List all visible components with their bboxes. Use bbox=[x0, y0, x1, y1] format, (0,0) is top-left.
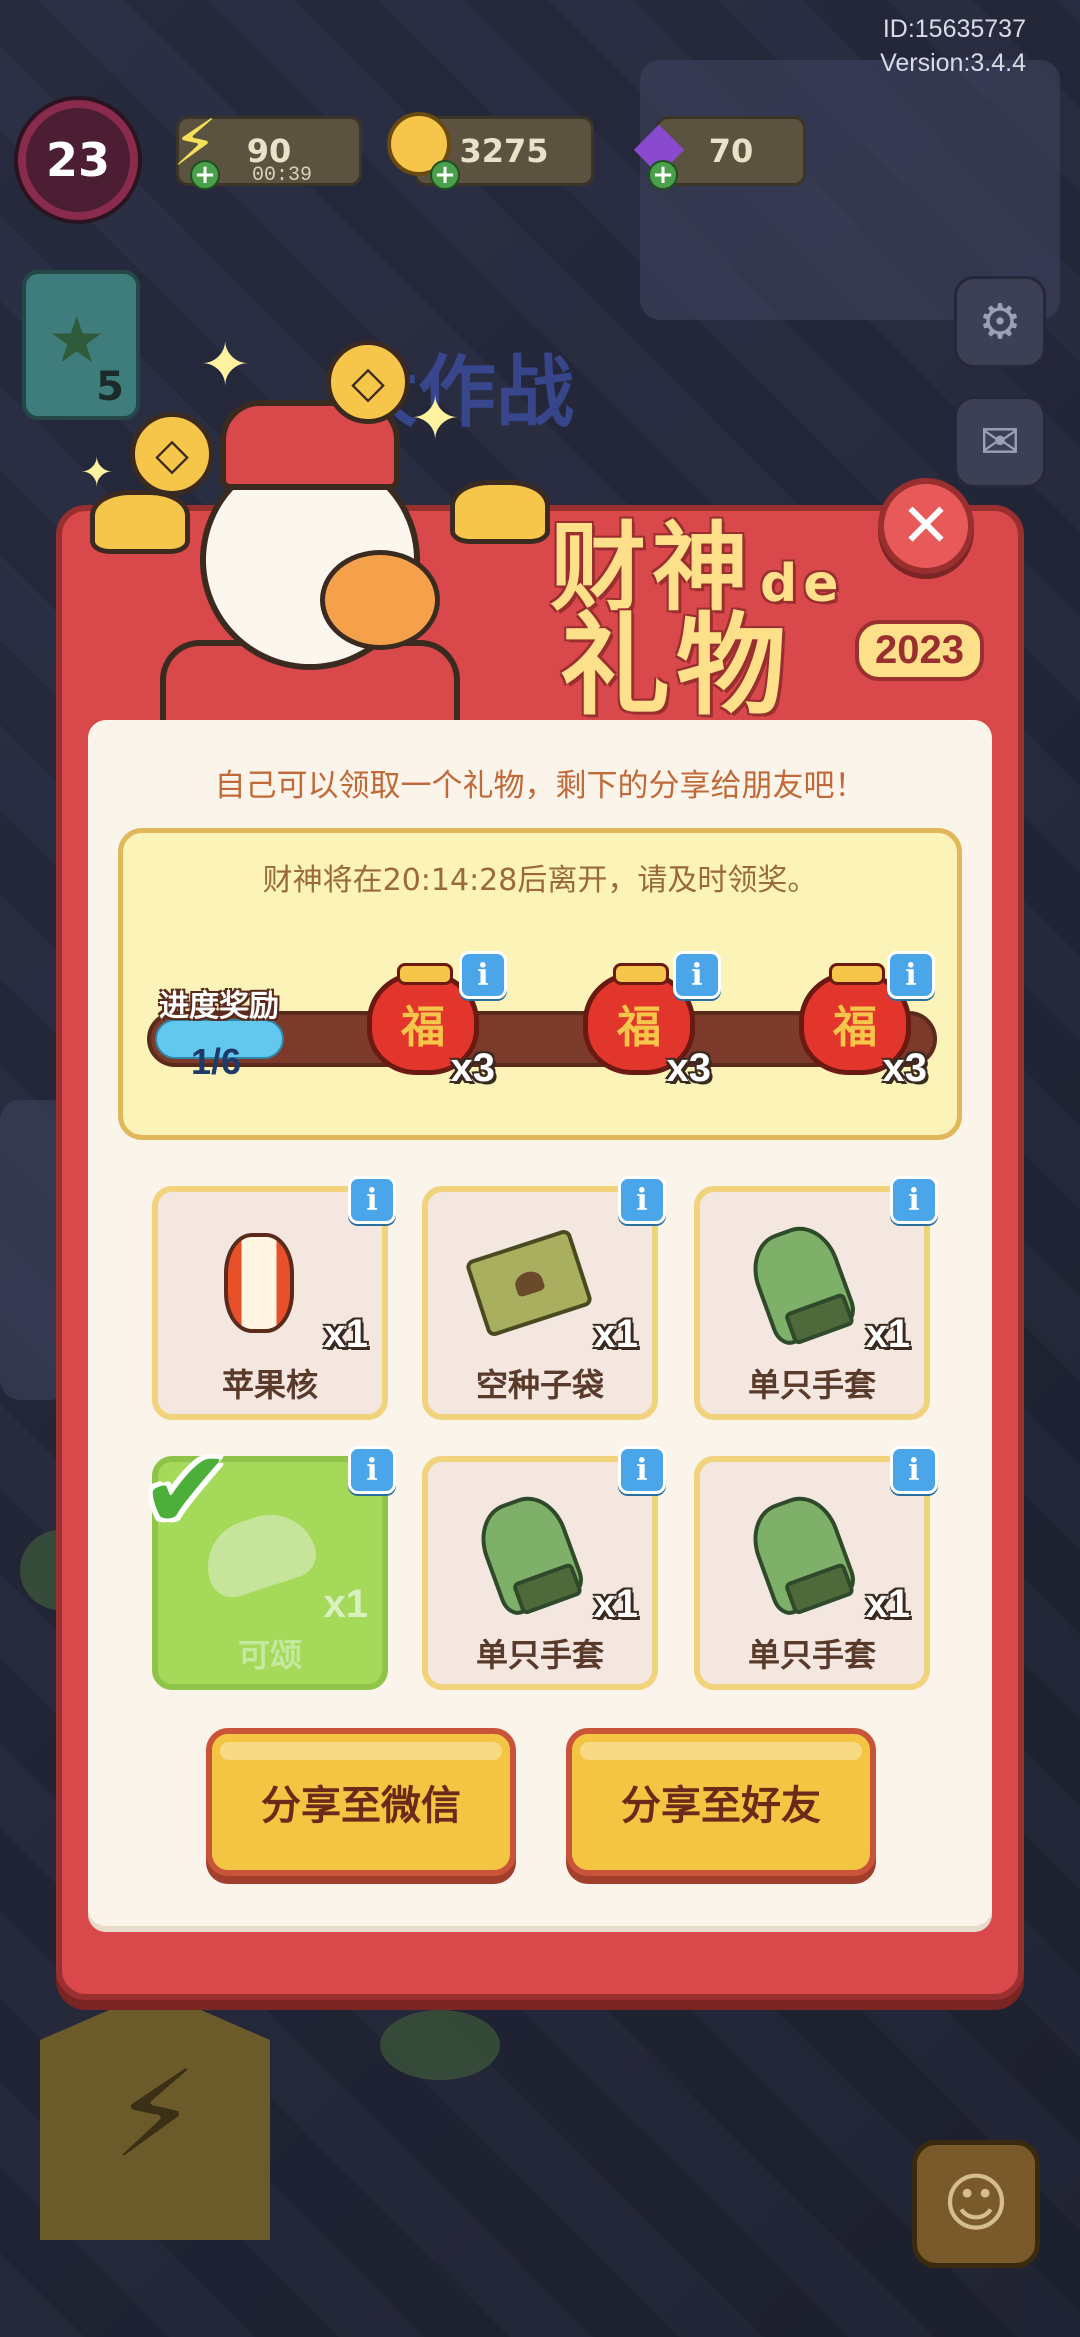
build-info: ID:15635737 Version:3.4.4 bbox=[880, 12, 1026, 80]
item-label: 苹果核 bbox=[221, 1366, 318, 1404]
apple-core-icon bbox=[204, 1228, 314, 1338]
close-button[interactable]: ✕ bbox=[878, 478, 974, 574]
sparkle-icon: ✦ bbox=[200, 330, 251, 400]
bag-tie bbox=[613, 963, 669, 985]
background-bush bbox=[380, 2010, 500, 2080]
item-label: 单只手套 bbox=[747, 1636, 876, 1674]
app-version: Version:3.4.4 bbox=[880, 49, 1026, 77]
gem-value: 70 bbox=[708, 132, 754, 170]
item-qty: x1 bbox=[323, 1582, 369, 1626]
milestone-qty: x3 bbox=[666, 1046, 712, 1090]
info-button[interactable]: i bbox=[459, 951, 507, 999]
info-button[interactable]: i bbox=[887, 951, 935, 999]
info-icon: i bbox=[908, 1452, 920, 1488]
modal-instructions: 自己可以领取一个礼物，剩下的分享给朋友吧！ bbox=[214, 768, 866, 804]
add-energy-button[interactable]: + bbox=[190, 160, 220, 190]
info-button[interactable]: i bbox=[348, 1446, 396, 1494]
player-level-badge[interactable]: 23 bbox=[18, 100, 138, 220]
item-label: 单只手套 bbox=[475, 1636, 604, 1674]
info-icon: i bbox=[908, 1182, 920, 1218]
god-of-wealth-mascot: ◇ ◇ ✦ ✦ ✦ bbox=[80, 330, 550, 730]
title-line-2: 礼物 bbox=[560, 601, 792, 730]
add-coins-button[interactable]: + bbox=[430, 160, 460, 190]
info-icon: i bbox=[366, 1182, 378, 1218]
info-icon: i bbox=[905, 957, 917, 993]
single-glove-icon bbox=[469, 1486, 589, 1620]
bag-tie bbox=[397, 963, 453, 985]
close-icon: ✕ bbox=[900, 491, 952, 561]
info-icon: i bbox=[477, 957, 489, 993]
bag-tie bbox=[829, 963, 885, 985]
info-button[interactable]: i bbox=[618, 1176, 666, 1224]
lightning-action-button[interactable]: ⚡ bbox=[40, 1990, 270, 2240]
user-id: ID:15635737 bbox=[882, 15, 1026, 43]
gold-coin-icon: ◇ bbox=[130, 412, 214, 496]
item-qty: x1 bbox=[865, 1582, 911, 1626]
milestone-qty: x3 bbox=[882, 1046, 928, 1090]
add-gems-button[interactable]: + bbox=[648, 160, 678, 190]
single-glove-icon bbox=[741, 1216, 861, 1350]
share-to-friends-button[interactable]: 分享至好友 bbox=[566, 1728, 876, 1876]
player-level: 23 bbox=[45, 133, 110, 187]
info-button[interactable]: i bbox=[673, 951, 721, 999]
share-to-wechat-button[interactable]: 分享至微信 bbox=[206, 1728, 516, 1876]
info-button[interactable]: i bbox=[348, 1176, 396, 1224]
item-label: 空种子袋 bbox=[475, 1366, 604, 1404]
gold-coin-icon: ◇ bbox=[326, 340, 410, 424]
info-icon: i bbox=[636, 1452, 648, 1488]
item-qty: x1 bbox=[323, 1312, 369, 1356]
settings-gear-icon[interactable]: ⚙ bbox=[954, 276, 1046, 368]
mascot-beak bbox=[320, 550, 440, 650]
progress-count: 1/6 bbox=[190, 1041, 242, 1082]
progress-label: 进度奖励 bbox=[159, 989, 279, 1024]
empty-seed-bag-icon bbox=[464, 1227, 594, 1339]
item-qty: x1 bbox=[865, 1312, 911, 1356]
single-glove-icon bbox=[741, 1486, 861, 1620]
bag-glyph: 福 bbox=[617, 1002, 661, 1053]
departure-timer-text: 财神将在20:14:28后离开，请及时领奖。 bbox=[262, 863, 818, 898]
energy-timer: 00:39 bbox=[252, 164, 313, 187]
info-button[interactable]: i bbox=[890, 1176, 938, 1224]
item-label: 可颂 bbox=[237, 1636, 302, 1674]
sparkle-icon: ✦ bbox=[80, 450, 114, 496]
chat-bubble-icon[interactable]: ☺ bbox=[912, 2140, 1040, 2268]
claimed-checkmark-icon: ✔ bbox=[140, 1426, 233, 1554]
coin-value: 3275 bbox=[459, 132, 549, 170]
info-button[interactable]: i bbox=[890, 1446, 938, 1494]
item-qty: x1 bbox=[593, 1582, 639, 1626]
milestone-qty: x3 bbox=[450, 1046, 496, 1090]
share-to-friends-label: 分享至好友 bbox=[621, 1783, 821, 1829]
bag-glyph: 福 bbox=[833, 1002, 877, 1053]
item-qty: x1 bbox=[593, 1312, 639, 1356]
mail-envelope-icon[interactable]: ✉ bbox=[954, 396, 1046, 488]
progress-reward-panel: 财神将在20:14:28后离开，请及时领奖。 进度奖励 1/6 福 x3 i 福… bbox=[118, 828, 962, 1140]
bag-glyph: 福 bbox=[401, 1002, 445, 1053]
sparkle-icon: ✦ bbox=[410, 384, 461, 454]
share-to-wechat-label: 分享至微信 bbox=[261, 1783, 461, 1829]
info-button[interactable]: i bbox=[618, 1446, 666, 1494]
info-icon: i bbox=[691, 957, 703, 993]
item-label: 单只手套 bbox=[747, 1366, 876, 1404]
gold-ingot-icon bbox=[90, 490, 190, 554]
info-icon: i bbox=[636, 1182, 648, 1218]
year-badge: 2023 bbox=[855, 620, 984, 681]
info-icon: i bbox=[366, 1452, 378, 1488]
